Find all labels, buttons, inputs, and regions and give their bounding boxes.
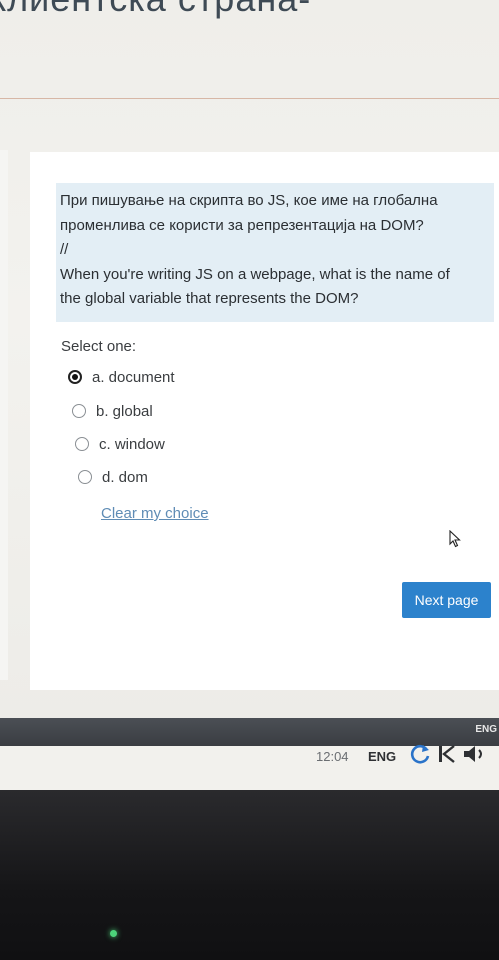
screen: клиентска страна- При пишување на скрипт… [0,0,499,790]
answer-option-d[interactable]: d. dom [78,466,148,488]
divider [0,98,499,99]
answer-option-a[interactable]: a. document [68,366,175,388]
answer-option-label: b. global [96,402,153,420]
answer-option-label: a. document [92,368,175,386]
next-page-button[interactable]: Next page [402,582,491,618]
clock[interactable]: 12:04 [316,749,349,764]
clear-choice-link[interactable]: Clear my choice [101,505,209,522]
question-line-mk-1: При пишување на скрипта во JS, кое име н… [60,192,438,209]
language-indicator[interactable]: ENG [475,724,497,735]
speaker-icon[interactable] [460,742,496,766]
left-panel-edge [0,150,8,680]
refresh-icon[interactable] [408,742,432,766]
radio-icon[interactable] [75,437,89,451]
question-text: При пишување на скрипта во JS, кое име н… [56,183,494,322]
monitor-bezel [0,790,499,960]
language-switch[interactable]: ENG [368,749,396,764]
question-line-en-1: When you're writing JS on a webpage, wha… [60,265,450,283]
answer-option-b[interactable]: b. global [72,400,153,422]
answer-option-c[interactable]: c. window [75,433,165,455]
radio-icon[interactable] [72,404,86,418]
radio-selected-icon[interactable] [68,370,82,384]
question-separator: // [60,241,69,258]
question-line-en-2: the global variable that represents the … [60,290,359,307]
select-one-label: Select one: [61,338,137,355]
answer-option-label: c. window [99,435,165,453]
power-led-icon [110,930,117,937]
page-heading: клиентска страна- [0,0,311,20]
skip-back-icon[interactable] [436,742,458,766]
mouse-pointer-icon [449,530,461,548]
answer-option-label: d. dom [102,468,148,486]
radio-icon[interactable] [78,470,92,484]
question-line-mk-2: променлива се користи за репрезентација … [60,216,424,234]
